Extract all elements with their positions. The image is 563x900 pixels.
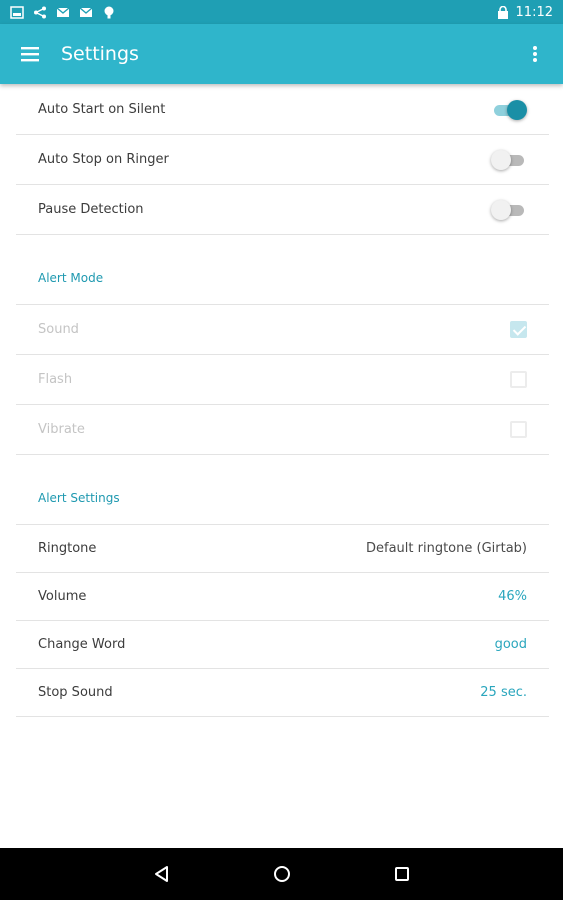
setting-label: Volume xyxy=(38,589,87,604)
settings-list: Auto Start on Silent Auto Stop on Ringer… xyxy=(16,85,549,717)
checkbox[interactable] xyxy=(510,421,527,438)
setting-auto-stop-on-ringer[interactable]: Auto Stop on Ringer xyxy=(16,135,549,185)
alert-mode-sound[interactable]: Sound xyxy=(16,305,549,355)
setting-pause-detection[interactable]: Pause Detection xyxy=(16,185,549,235)
setting-label: Stop Sound xyxy=(38,685,113,700)
app-bar: Settings xyxy=(0,24,563,84)
alert-mode-flash[interactable]: Flash xyxy=(16,355,549,405)
page-title: Settings xyxy=(61,43,139,65)
hamburger-menu-icon xyxy=(21,47,39,62)
menu-button[interactable] xyxy=(0,24,60,84)
clock: 11:12 xyxy=(515,4,553,20)
home-button[interactable] xyxy=(262,854,302,894)
share-icon xyxy=(34,6,46,18)
setting-label: Vibrate xyxy=(38,422,85,437)
mail-icon xyxy=(56,6,70,17)
setting-label: Auto Start on Silent xyxy=(38,102,166,117)
setting-change-word[interactable]: Change Word good xyxy=(16,621,549,669)
notification-icons xyxy=(10,5,116,19)
setting-value: good xyxy=(494,637,527,652)
setting-label: Pause Detection xyxy=(38,202,144,217)
mail-icon xyxy=(79,6,93,17)
section-header-alert-mode: Alert Mode xyxy=(16,235,549,305)
setting-value: 46% xyxy=(498,589,527,604)
setting-stop-sound[interactable]: Stop Sound 25 sec. xyxy=(16,669,549,717)
setting-label: Ringtone xyxy=(38,541,97,556)
recents-icon xyxy=(394,867,409,881)
setting-label: Change Word xyxy=(38,637,126,652)
setting-label: Flash xyxy=(38,372,73,387)
back-button[interactable] xyxy=(142,854,182,894)
bulb-icon xyxy=(104,6,114,18)
toggle-switch[interactable] xyxy=(491,99,527,120)
navigation-bar xyxy=(0,848,563,900)
toggle-switch[interactable] xyxy=(491,199,527,220)
checkbox[interactable] xyxy=(510,321,527,338)
recents-button[interactable] xyxy=(382,854,422,894)
setting-volume[interactable]: Volume 46% xyxy=(16,573,549,621)
setting-label: Sound xyxy=(38,322,79,337)
overflow-menu-button[interactable] xyxy=(507,24,563,84)
setting-auto-start-on-silent[interactable]: Auto Start on Silent xyxy=(16,85,549,135)
setting-value: Default ringtone (Girtab) xyxy=(366,541,527,556)
lock-icon xyxy=(497,5,508,19)
section-header-alert-settings: Alert Settings xyxy=(16,455,549,525)
setting-ringtone[interactable]: Ringtone Default ringtone (Girtab) xyxy=(16,525,549,573)
status-bar: 11:12 xyxy=(0,0,563,24)
setting-value: 25 sec. xyxy=(480,685,527,700)
image-icon xyxy=(10,5,24,19)
more-vert-icon xyxy=(533,46,537,62)
back-icon xyxy=(154,866,168,882)
toggle-switch[interactable] xyxy=(491,149,527,170)
checkbox[interactable] xyxy=(510,371,527,388)
home-icon xyxy=(273,866,290,882)
setting-label: Auto Stop on Ringer xyxy=(38,152,169,167)
alert-mode-vibrate[interactable]: Vibrate xyxy=(16,405,549,455)
